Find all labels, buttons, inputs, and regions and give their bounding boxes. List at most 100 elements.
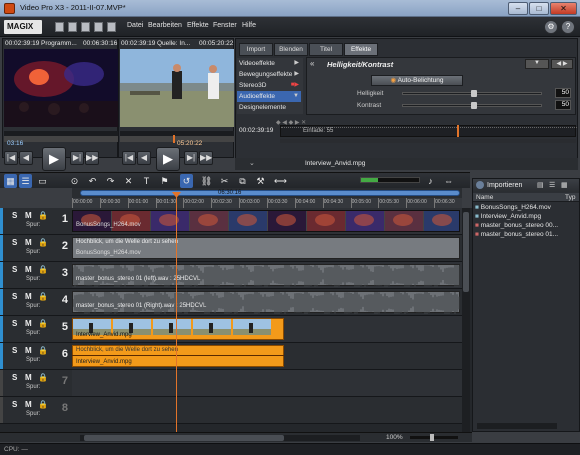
minimize-button[interactable]: –	[508, 2, 528, 15]
save-icon[interactable]	[81, 22, 90, 32]
track-header-1[interactable]: S M 🔒 Spur: 1	[0, 208, 72, 235]
kontrast-slider[interactable]	[402, 102, 542, 109]
import-list-icon[interactable]: ☰	[549, 181, 555, 189]
delete-icon[interactable]: ✕	[122, 174, 135, 188]
solo-button[interactable]: S	[12, 319, 17, 328]
hscroll-thumb[interactable]	[84, 435, 284, 441]
track-lane-6[interactable]: Hochblick, um die Welle dort zu sehen Int…	[72, 343, 462, 370]
category-designelemente[interactable]: Designelemente	[237, 102, 301, 113]
file-row[interactable]: ■ master_bonus_stereo 01...	[475, 230, 575, 239]
group-icon[interactable]: ⧉	[236, 174, 249, 188]
zoom-slider-knob[interactable]	[430, 434, 434, 441]
burn-disc-icon[interactable]	[107, 22, 116, 32]
program-playhead[interactable]	[173, 135, 175, 143]
timeline-playhead[interactable]	[176, 196, 177, 432]
video-clip[interactable]	[72, 210, 460, 232]
menu-hilfe[interactable]: Hilfe	[242, 22, 256, 29]
track-header-6[interactable]: S M 🔒 Spur: 6	[0, 343, 72, 370]
program-next-button[interactable]: ▶▶	[199, 151, 213, 165]
mute-button[interactable]: M	[25, 292, 32, 301]
track-lane-4[interactable]: master_bonus_stereo 01 (Right).wav : 25H…	[72, 289, 462, 316]
track-header-7[interactable]: S M 🔒 Spur: 7	[0, 370, 72, 397]
solo-button[interactable]: S	[12, 400, 17, 409]
track-lane-3[interactable]: master_bonus_stereo 01 (left).wav : 25HD…	[72, 262, 462, 289]
track-header-3[interactable]: S M 🔒 Spur: 3	[0, 262, 72, 289]
kontrast-value[interactable]: 50	[555, 100, 571, 110]
play-button-right[interactable]: ▶	[156, 147, 180, 171]
solo-button[interactable]: S	[12, 373, 17, 382]
track-lane-5[interactable]: Interview_Anvid.mpg	[72, 316, 462, 343]
lock-icon[interactable]: 🔒	[38, 238, 48, 247]
new-file-icon[interactable]	[55, 22, 64, 32]
file-row[interactable]: ■ BonusSongs_H264.mov	[475, 203, 575, 212]
helligkeit-slider-knob[interactable]	[471, 90, 477, 97]
tab-titel[interactable]: Titel	[309, 43, 343, 56]
track-lane-1[interactable]: BonusSongs_H264.mov	[72, 208, 462, 235]
column-name[interactable]: Name	[476, 194, 493, 201]
mute-button[interactable]: M	[25, 211, 32, 220]
import-options-icon[interactable]: ▦	[561, 181, 568, 189]
trim-icon[interactable]: ⟷	[274, 174, 287, 188]
track-lane-7[interactable]	[72, 370, 462, 397]
loop-icon[interactable]: ↺	[180, 174, 193, 188]
undo-icon[interactable]: ↶	[86, 174, 99, 188]
zoom-slider[interactable]	[410, 434, 458, 441]
program-prev-button[interactable]: |◀	[122, 151, 136, 165]
lock-icon[interactable]: 🔒	[38, 373, 48, 382]
title-icon[interactable]: T	[140, 174, 153, 188]
track-lane-2[interactable]: Hochblick, um die Welle dort zu sehen Bon…	[72, 235, 462, 262]
audio-clip[interactable]	[72, 263, 460, 289]
razor-icon[interactable]: ⚒	[254, 174, 267, 188]
scroll-mode-icon[interactable]: ⇔	[442, 174, 455, 188]
mute-button[interactable]: M	[25, 346, 32, 355]
mute-button[interactable]: M	[25, 373, 32, 382]
unlink-icon[interactable]: ✂	[218, 174, 231, 188]
step-back-button[interactable]: ◀	[19, 151, 33, 165]
solo-button[interactable]: S	[12, 238, 17, 247]
keyframe-track[interactable]: Einfade: 55	[280, 125, 577, 137]
menu-datei[interactable]: Datei	[127, 22, 143, 29]
maximize-button[interactable]: □	[529, 2, 549, 15]
vscroll-thumb[interactable]	[463, 212, 469, 292]
file-row[interactable]: ■ master_bonus_stereo 00...	[475, 221, 575, 230]
storyboard-view-icon[interactable]: ▦	[4, 174, 17, 188]
print-icon[interactable]	[94, 22, 103, 32]
menu-effekte[interactable]: Effekte	[187, 22, 209, 29]
preset-dropdown[interactable]: ▼	[525, 59, 549, 69]
track-lane-8[interactable]	[72, 397, 462, 424]
back-icon[interactable]: «	[310, 59, 314, 68]
helligkeit-value[interactable]: 50	[555, 88, 571, 98]
effect-playhead[interactable]	[457, 125, 459, 137]
solo-button[interactable]: S	[12, 292, 17, 301]
category-videoeffekte[interactable]: Videoeffekte ▶	[237, 58, 301, 69]
audio-clip[interactable]	[72, 290, 460, 316]
mute-button[interactable]: M	[25, 265, 32, 274]
track-header-2[interactable]: S M 🔒 Spur: 2	[0, 235, 72, 262]
timeline-ruler[interactable]: 06:30:16 00:00:00 00:00:30 00:01:00 00:01:3…	[72, 188, 462, 208]
program-forward-button[interactable]: ▶|	[184, 151, 198, 165]
volume-icon[interactable]: ♪	[424, 174, 437, 188]
open-file-icon[interactable]	[68, 22, 77, 32]
tab-effekte[interactable]: Effekte	[344, 43, 378, 56]
timeline-hscrollbar[interactable]	[80, 435, 360, 441]
mouse-mode-icon[interactable]: ⊙	[68, 174, 81, 188]
lock-icon[interactable]: 🔒	[38, 211, 48, 220]
lock-icon[interactable]: 🔒	[38, 292, 48, 301]
collapse-icon[interactable]: ⌄	[249, 159, 255, 167]
overview-icon[interactable]: ▭	[36, 174, 49, 188]
file-row[interactable]: ■ Interview_Anvid.mpg	[475, 212, 575, 221]
lock-icon[interactable]: 🔒	[38, 400, 48, 409]
lock-icon[interactable]: 🔒	[38, 265, 48, 274]
solo-button[interactable]: S	[12, 211, 17, 220]
link-icon[interactable]: ⛓	[200, 174, 213, 188]
track-header-5[interactable]: S M 🔒 Spur: 5	[0, 316, 72, 343]
kontrast-slider-knob[interactable]	[471, 102, 477, 109]
volume-curve[interactable]	[72, 355, 284, 356]
program-back-button[interactable]: ◀	[137, 151, 151, 165]
mute-button[interactable]: M	[25, 400, 32, 409]
mute-button[interactable]: M	[25, 319, 32, 328]
track-header-4[interactable]: S M 🔒 Spur: 4	[0, 289, 72, 316]
column-type[interactable]: Typ	[565, 194, 575, 201]
tab-import[interactable]: Import	[239, 43, 273, 56]
category-stereo3d[interactable]: Stereo3D ■▶	[237, 80, 301, 91]
